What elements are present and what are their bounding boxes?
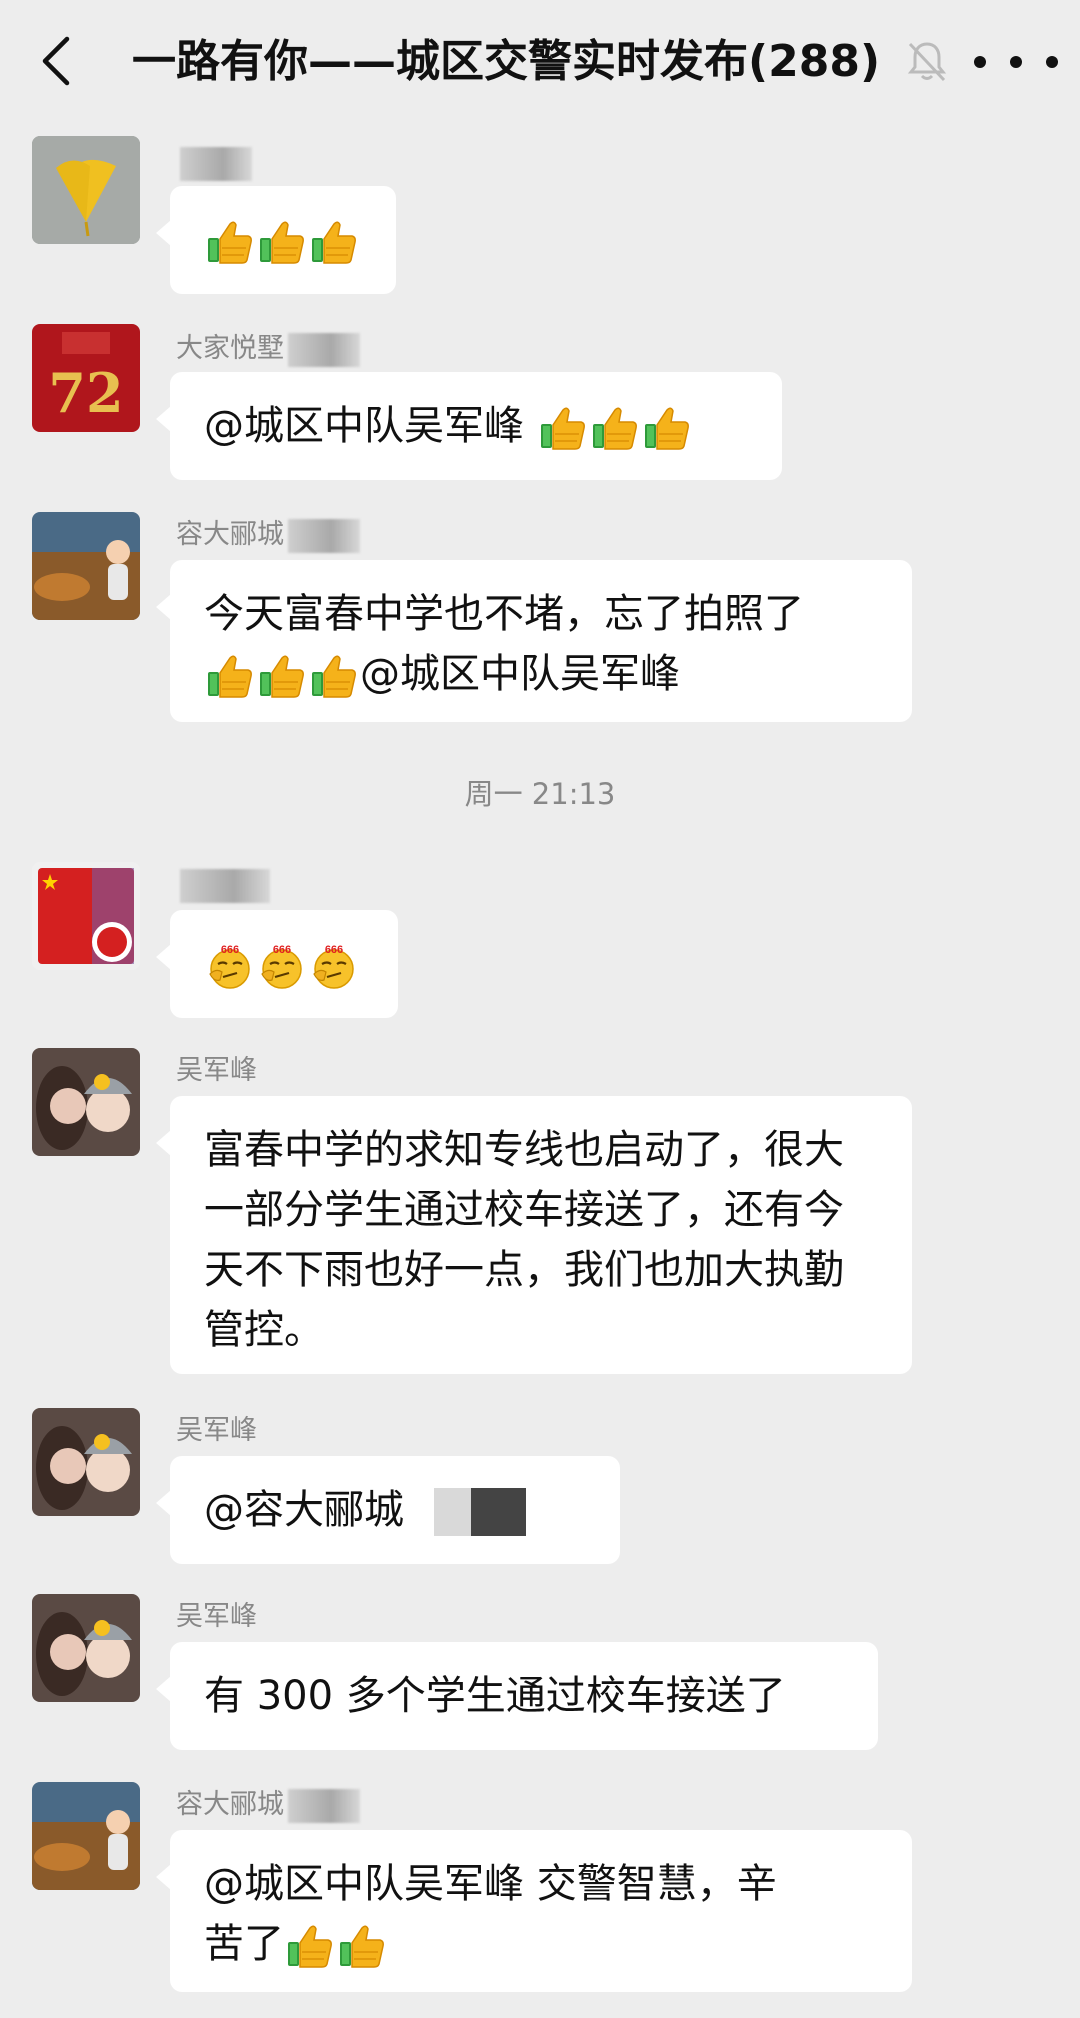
thumbs-up-icon — [286, 1922, 334, 1970]
redacted-name — [180, 146, 252, 181]
selfie-avatar-image — [32, 1594, 140, 1702]
message-text: 有 300 多个学生通过校车接送了 — [204, 1673, 786, 1719]
thumbs-up-icon — [258, 652, 306, 700]
thumbs-up-icon — [206, 652, 254, 700]
more-dot — [1010, 56, 1022, 68]
avatar[interactable] — [32, 136, 140, 244]
chat-header: 一路有你——城区交警实时发布(288) — [0, 0, 1080, 124]
thumbs-up-icon — [310, 652, 358, 700]
message-text: 苦了 — [204, 1921, 284, 1967]
avatar[interactable] — [32, 1048, 140, 1156]
redacted-name — [288, 332, 360, 367]
message-bubble[interactable] — [156, 910, 398, 1018]
selfie-avatar-image — [32, 1408, 140, 1516]
smug-666-icon — [258, 942, 306, 990]
sender-name: 吴军峰 — [176, 1055, 257, 1086]
sender-name — [176, 868, 270, 903]
landscape-avatar-image — [32, 1782, 140, 1890]
message-text: @城区中队吴军峰 交警智慧，辛 — [204, 1861, 777, 1907]
message-bubble[interactable]: @城区中队吴军峰 交警智慧，辛 苦了 — [156, 1830, 912, 1992]
redacted-name — [288, 518, 360, 553]
redacted-block — [434, 1488, 526, 1536]
thumbs-up-icon — [310, 218, 358, 266]
sender-name: 吴军峰 — [176, 1415, 257, 1446]
redacted-name — [288, 1788, 360, 1823]
thumbs-up-icon — [591, 404, 639, 452]
more-button[interactable] — [974, 40, 1058, 84]
message-bubble[interactable]: @容大郦城 — [156, 1456, 620, 1564]
thumbs-up-icon — [258, 218, 306, 266]
message-text: @容大郦城 — [204, 1487, 404, 1533]
message-bubble[interactable]: 富春中学的求知专线也启动了，很大一部分学生通过校车接送了，还有今天不下雨也好一点… — [156, 1096, 912, 1374]
bell-muted-icon — [907, 42, 947, 82]
redacted-name — [180, 868, 270, 903]
avatar[interactable] — [32, 1594, 140, 1702]
message-text: 富春中学的求知专线也启动了，很大一部分学生通过校车接送了，还有今天不下雨也好一点… — [204, 1127, 844, 1353]
avatar[interactable]: 72 — [32, 324, 140, 432]
more-dot — [974, 56, 986, 68]
avatar[interactable] — [32, 1408, 140, 1516]
avatar[interactable] — [32, 1782, 140, 1890]
smug-666-icon — [206, 942, 254, 990]
message-bubble[interactable]: 今天富春中学也不堵，忘了拍照了 @城区中队吴军峰 — [156, 560, 912, 722]
message-bubble[interactable]: @城区中队吴军峰 — [156, 372, 782, 480]
thumbs-up-icon — [338, 1922, 386, 1970]
mention-text: @城区中队吴军峰 — [360, 651, 680, 697]
sender-name — [176, 146, 252, 181]
message-text: 今天富春中学也不堵，忘了拍照了 — [204, 591, 804, 637]
thumbs-up-icon — [643, 404, 691, 452]
ginkgo-avatar-image — [32, 136, 140, 244]
selfie-avatar-image — [32, 1048, 140, 1156]
more-dot — [1046, 56, 1058, 68]
message-text: @城区中队吴军峰 — [204, 403, 537, 449]
landscape-avatar-image — [32, 512, 140, 620]
thumbs-up-icon — [539, 404, 587, 452]
sender-name: 吴军峰 — [176, 1601, 257, 1632]
sender-name: 容大郦城 — [176, 518, 360, 553]
message-bubble[interactable] — [156, 186, 396, 294]
sender-name: 容大郦城 — [176, 1788, 360, 1823]
anniversary-avatar-image: 72 — [32, 324, 140, 432]
time-separator: 周一 21:13 — [464, 777, 616, 811]
back-button[interactable] — [30, 28, 82, 94]
chevron-left-icon — [42, 36, 70, 86]
avatar[interactable] — [32, 512, 140, 620]
sender-name: 大家悦墅 — [176, 332, 360, 367]
message-bubble[interactable]: 有 300 多个学生通过校车接送了 — [156, 1642, 878, 1750]
chat-title: 一路有你——城区交警实时发布(288) — [132, 36, 881, 87]
thumbs-up-icon — [206, 218, 254, 266]
svg-text:72: 72 — [48, 361, 123, 425]
avatar[interactable] — [32, 862, 140, 970]
flag-avatar-image — [32, 862, 140, 970]
smug-666-icon — [310, 942, 358, 990]
